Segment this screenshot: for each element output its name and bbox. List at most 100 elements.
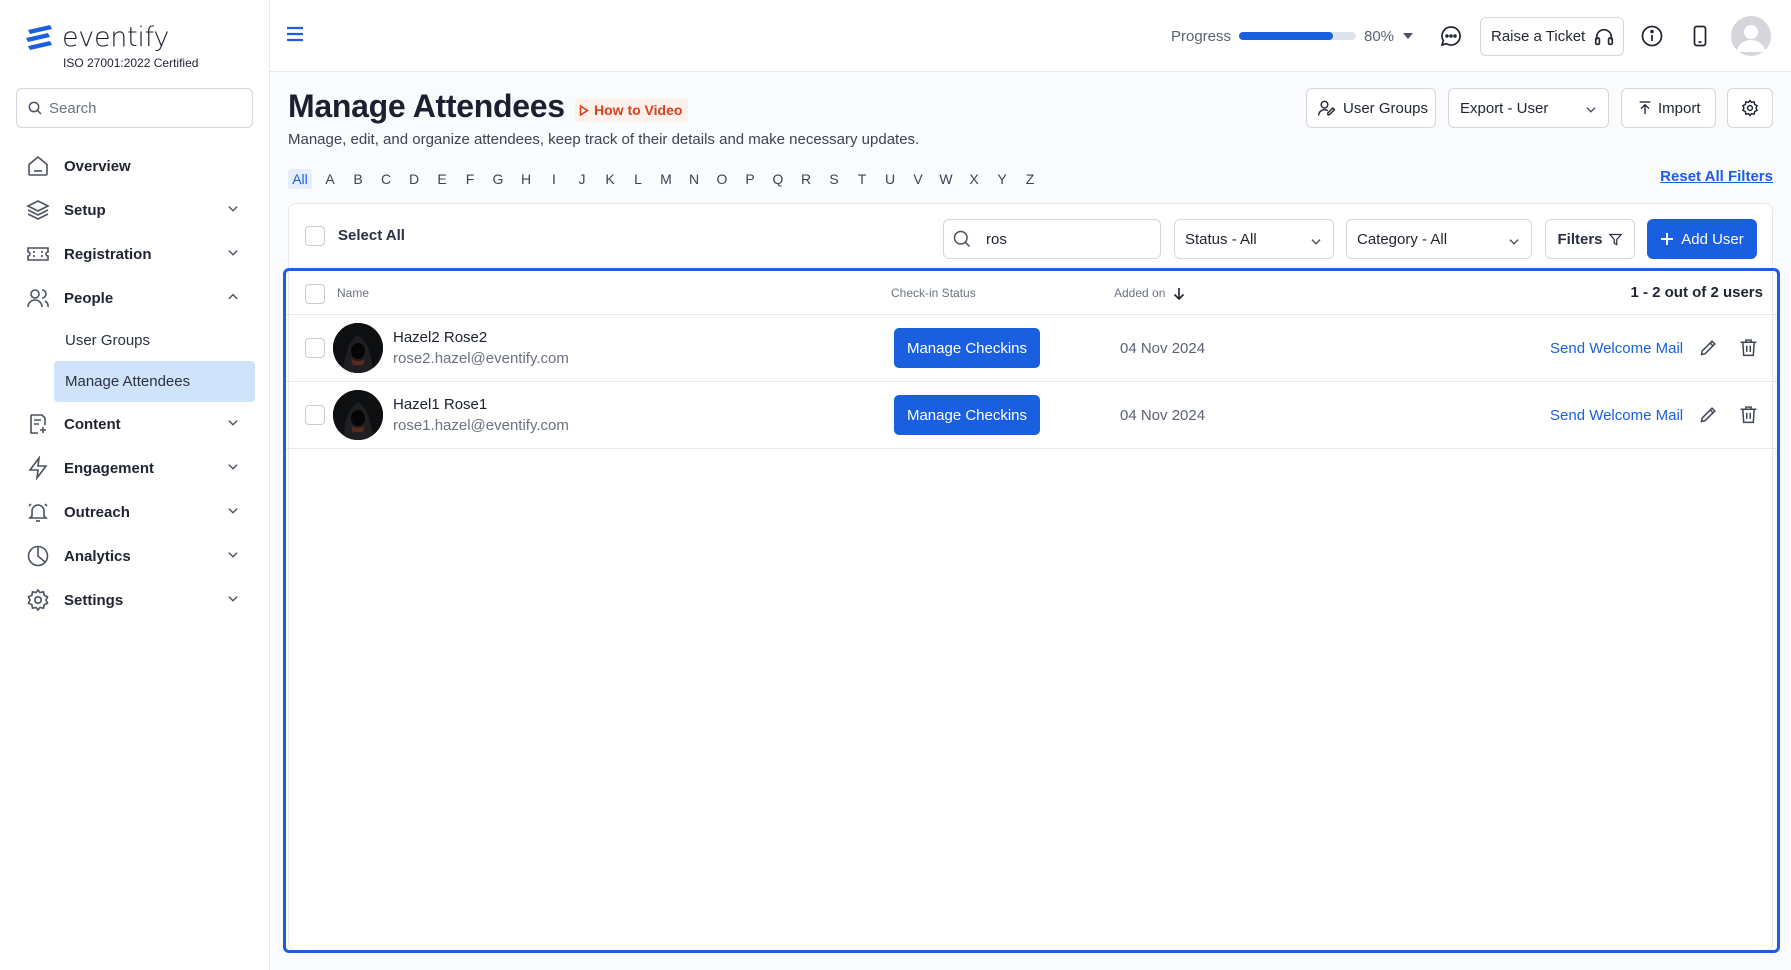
- alpha-filter-letter[interactable]: D: [400, 169, 428, 189]
- alpha-filter-letter[interactable]: Y: [988, 169, 1016, 189]
- settings-button[interactable]: [1727, 88, 1773, 128]
- chevron-down-icon: [228, 250, 238, 256]
- result-count: 1 - 2 out of 2 users: [1630, 284, 1763, 301]
- sidebar-search[interactable]: [16, 88, 253, 128]
- raise-ticket-button[interactable]: Raise a Ticket: [1480, 17, 1624, 56]
- home-icon: [28, 155, 48, 176]
- user-groups-button[interactable]: User Groups: [1306, 88, 1436, 128]
- alpha-filter-letter[interactable]: W: [932, 169, 960, 189]
- caret-down-icon[interactable]: [1403, 33, 1413, 40]
- upload-icon: [1639, 101, 1651, 114]
- alpha-filter-letter[interactable]: V: [904, 169, 932, 189]
- send-welcome-mail-link[interactable]: Send Welcome Mail: [1550, 340, 1683, 357]
- logo[interactable]: eventify: [24, 22, 169, 53]
- header-checkbox[interactable]: [305, 284, 325, 304]
- attendee-avatar: [333, 323, 383, 373]
- trash-icon[interactable]: [1738, 337, 1759, 358]
- import-button[interactable]: Import: [1621, 88, 1716, 128]
- user-avatar[interactable]: [1731, 16, 1771, 56]
- add-user-button[interactable]: Add User: [1647, 219, 1757, 259]
- brand-name: eventify: [62, 22, 170, 53]
- manage-checkins-button[interactable]: Manage Checkins: [894, 328, 1040, 368]
- edit-icon[interactable]: [1698, 404, 1719, 425]
- chat-icon[interactable]: [1439, 24, 1463, 48]
- alpha-filter-letter[interactable]: Z: [1016, 169, 1044, 189]
- attendee-search[interactable]: [943, 219, 1161, 259]
- alpha-filter-letter[interactable]: G: [484, 169, 512, 189]
- alpha-filter-letter[interactable]: C: [372, 169, 400, 189]
- trash-icon[interactable]: [1738, 404, 1759, 425]
- edit-icon[interactable]: [1698, 337, 1719, 358]
- select-all-checkbox[interactable]: [305, 226, 325, 246]
- alpha-filter-letter[interactable]: K: [596, 169, 624, 189]
- export-user-label: Export - User: [1460, 99, 1549, 117]
- alphabet-filter: All A B C D E F G H I J K L M N O P Q R S T U V W X Y Z: [288, 169, 1044, 189]
- manage-checkins-button[interactable]: Manage Checkins: [894, 395, 1040, 435]
- alpha-filter-letter[interactable]: F: [456, 169, 484, 189]
- user-edit-icon: [1317, 100, 1336, 116]
- chevron-down-icon: [228, 464, 238, 470]
- gear-icon: [1741, 99, 1759, 117]
- send-welcome-mail-link[interactable]: Send Welcome Mail: [1550, 407, 1683, 424]
- table-toolbar: Select All Status - All Category - All F…: [289, 204, 1772, 267]
- alpha-filter-letter[interactable]: U: [876, 169, 904, 189]
- info-icon[interactable]: [1640, 24, 1664, 48]
- alpha-filter-letter[interactable]: N: [680, 169, 708, 189]
- sidebar-item-engagement[interactable]: Engagement: [0, 446, 270, 490]
- alpha-filter-letter[interactable]: R: [792, 169, 820, 189]
- export-user-select[interactable]: Export - User: [1448, 88, 1609, 128]
- alpha-filter-letter[interactable]: P: [736, 169, 764, 189]
- sidebar-subitem-manage-attendees[interactable]: Manage Attendees: [54, 361, 255, 402]
- alpha-filter-letter[interactable]: I: [540, 169, 568, 189]
- mobile-icon[interactable]: [1688, 24, 1712, 48]
- attendee-search-input[interactable]: [986, 230, 1136, 248]
- lightning-icon: [28, 456, 48, 480]
- hamburger-menu-icon[interactable]: [286, 26, 304, 42]
- row-checkbox[interactable]: [305, 338, 325, 358]
- filters-label: Filters: [1557, 230, 1603, 248]
- alpha-filter-letter[interactable]: A: [316, 169, 344, 189]
- alpha-filter-letter[interactable]: O: [708, 169, 736, 189]
- column-header-added[interactable]: Added on: [1114, 286, 1185, 300]
- column-header-name[interactable]: Name: [337, 286, 369, 300]
- sidebar-subitem-user-groups[interactable]: User Groups: [0, 320, 270, 361]
- user-avatar-icon: [1737, 25, 1765, 52]
- alpha-filter-letter[interactable]: L: [624, 169, 652, 189]
- alpha-filter-all[interactable]: All: [288, 169, 312, 189]
- sidebar-item-registration[interactable]: Registration: [0, 232, 270, 276]
- hooded-figure-image: [333, 390, 383, 440]
- sidebar-item-people[interactable]: People: [0, 276, 270, 320]
- alpha-filter-letter[interactable]: M: [652, 169, 680, 189]
- alpha-filter-letter[interactable]: E: [428, 169, 456, 189]
- alpha-filter-letter[interactable]: Q: [764, 169, 792, 189]
- row-checkbox[interactable]: [305, 405, 325, 425]
- alpha-filter-letter[interactable]: S: [820, 169, 848, 189]
- sidebar-item-settings[interactable]: Settings: [0, 578, 270, 622]
- alpha-filter-letter[interactable]: B: [344, 169, 372, 189]
- chevron-down-icon: [1586, 107, 1596, 113]
- users-icon: [27, 289, 49, 308]
- sidebar-item-label: Setup: [64, 201, 106, 219]
- play-icon: [579, 104, 589, 116]
- attendees-table: Name Check-in Status Added on 1 - 2 out …: [283, 268, 1780, 953]
- alpha-filter-letter[interactable]: T: [848, 169, 876, 189]
- table-row: Hazel2 Rose2 rose2.hazel@eventify.com Ma…: [286, 315, 1777, 382]
- category-select[interactable]: Category - All: [1346, 219, 1532, 259]
- progress-label: Progress: [1171, 28, 1232, 45]
- alpha-filter-letter[interactable]: H: [512, 169, 540, 189]
- status-select[interactable]: Status - All: [1174, 219, 1334, 259]
- alpha-filter-letter[interactable]: J: [568, 169, 596, 189]
- filters-button[interactable]: Filters: [1545, 219, 1635, 259]
- sidebar-item-analytics[interactable]: Analytics: [0, 534, 270, 578]
- how-to-video-link[interactable]: How to Video: [575, 98, 689, 122]
- sidebar-search-input[interactable]: [49, 99, 229, 117]
- alpha-filter-letter[interactable]: X: [960, 169, 988, 189]
- sidebar-item-setup[interactable]: Setup: [0, 188, 270, 232]
- sidebar-item-overview[interactable]: Overview: [0, 144, 270, 188]
- sidebar: eventify ISO 27001:2022 Certified Overvi…: [0, 0, 270, 970]
- sidebar-item-outreach[interactable]: Outreach: [0, 490, 270, 534]
- sidebar-item-label: People: [64, 289, 114, 307]
- page-title: Manage Attendees: [288, 88, 565, 124]
- reset-all-filters-link[interactable]: Reset All Filters: [1660, 168, 1773, 185]
- sidebar-item-content[interactable]: Content: [0, 402, 270, 446]
